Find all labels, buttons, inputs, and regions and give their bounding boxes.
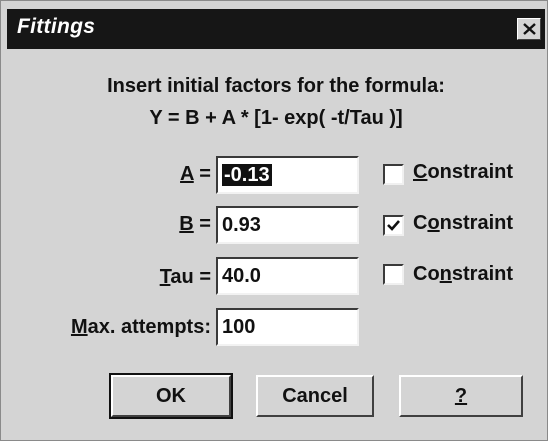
b-value: 0.93 [222,214,261,236]
tau-input[interactable]: 40.0 [216,257,359,295]
b-label: B = [179,213,211,235]
help-button[interactable]: ? [399,375,523,417]
a-value: -0.13 [222,164,272,186]
window-title: Fittings [17,15,96,38]
max-attempts-input[interactable]: 100 [216,308,359,346]
instruction-text: Insert initial factors for the formula: [107,75,445,97]
fittings-dialog: Fittings Insert initial factors for the … [0,0,548,441]
b-constraint-checkbox[interactable] [383,215,404,236]
tau-constraint-checkbox[interactable] [383,264,404,285]
formula-text: Y = B + A * [1- exp( -t/Tau )] [149,107,403,129]
tau-label: Tau = [159,266,211,288]
checkmark-icon [387,220,400,231]
b-input[interactable]: 0.93 [216,206,359,244]
ok-button[interactable]: OK [109,373,233,419]
max-attempts-value: 100 [222,316,256,338]
close-icon [523,23,536,35]
tau-value: 40.0 [222,265,261,287]
a-label: A = [180,163,211,185]
a-constraint-checkbox[interactable] [383,164,404,185]
tau-constraint-label[interactable]: Constraint [413,263,513,286]
close-button[interactable] [517,18,541,40]
max-attempts-label: Max. attempts: [70,316,211,338]
a-input[interactable]: -0.13 [216,156,359,194]
a-constraint-label[interactable]: Constraint [413,161,513,184]
title-bar[interactable]: Fittings [7,9,545,49]
cancel-button[interactable]: Cancel [256,375,374,417]
b-constraint-label[interactable]: Constraint [413,212,513,235]
